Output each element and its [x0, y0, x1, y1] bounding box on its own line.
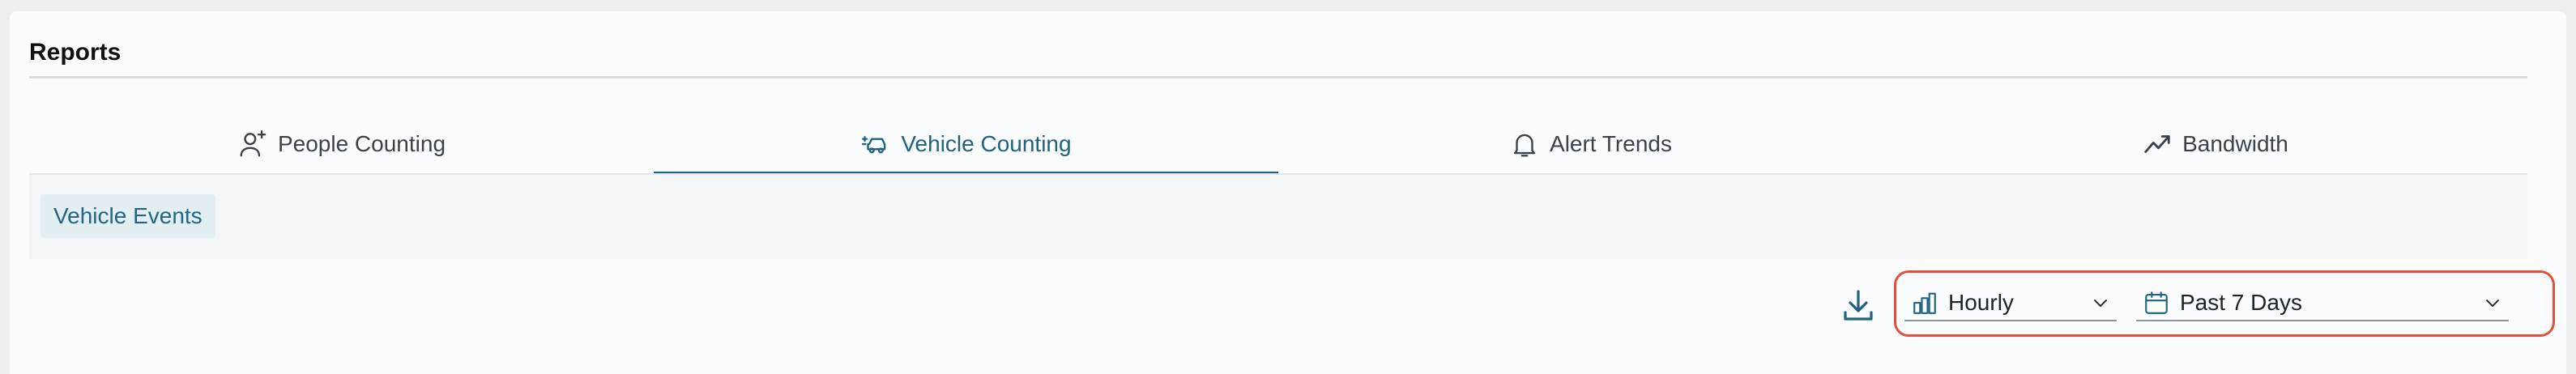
- chevron-down-icon: [2094, 300, 2107, 307]
- tab-people-counting[interactable]: People Counting: [29, 113, 654, 175]
- trend-line-icon: [2144, 135, 2170, 153]
- page-title: Reports: [29, 39, 122, 66]
- tab-label: Alert Trends: [1550, 131, 1672, 156]
- bell-icon: [1513, 134, 1536, 157]
- tab-bandwidth[interactable]: Bandwidth: [1903, 113, 2527, 175]
- interval-value: Hourly: [1948, 290, 2014, 315]
- tab-label: Bandwidth: [2182, 131, 2288, 156]
- tab-label: Vehicle Counting: [901, 131, 1072, 156]
- title-divider: [29, 76, 2527, 79]
- tab-label: People Counting: [277, 131, 446, 156]
- bar-chart-icon: [1913, 292, 1936, 314]
- tab-vehicle-counting[interactable]: Vehicle Counting: [654, 113, 1278, 175]
- date-range-value: Past 7 Days: [2180, 290, 2302, 315]
- download-icon: [1844, 290, 1873, 321]
- chevron-down-icon: [2486, 300, 2499, 307]
- report-tabs: People Counting Vehicle Counting Alert T…: [29, 113, 2527, 175]
- filter-group-highlight: Hourly Past 7 Days: [1894, 270, 2555, 337]
- calendar-icon: [2145, 291, 2168, 314]
- person-add-icon: [240, 130, 267, 157]
- subtab-bar: Vehicle Events: [29, 175, 2527, 259]
- tab-alert-trends[interactable]: Alert Trends: [1278, 113, 1903, 175]
- subtab-vehicle-events[interactable]: Vehicle Events: [41, 194, 215, 238]
- date-range-select[interactable]: Past 7 Days: [2136, 286, 2509, 321]
- vehicle-icon: [862, 136, 886, 154]
- interval-select[interactable]: Hourly: [1904, 286, 2117, 321]
- download-button[interactable]: [1839, 287, 1878, 325]
